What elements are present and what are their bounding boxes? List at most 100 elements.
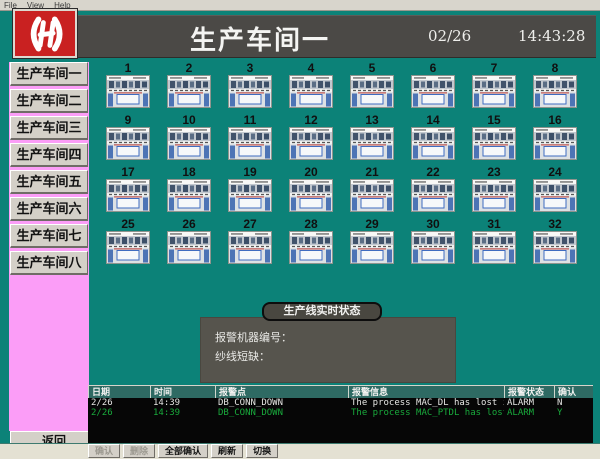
machine-9[interactable]: 9 [106,114,150,160]
header-date: 02/26 [428,27,503,45]
menu-bar: FileViewHelp [0,0,600,11]
sidebar-item-workshop-6[interactable]: 生产车间六 [10,197,88,221]
knitting-machine-icon [350,231,394,264]
machine-2[interactable]: 2 [167,62,211,108]
knitting-machine-icon [289,231,333,264]
machine-number: 25 [121,218,134,231]
machine-number: 12 [304,114,317,127]
knitting-machine-icon [289,75,333,108]
machine-21[interactable]: 21 [350,166,394,212]
machine-24[interactable]: 24 [533,166,577,212]
knitting-machine-icon [533,75,577,108]
machine-number: 27 [243,218,256,231]
alarm-col-header-1: 时间 [150,386,215,398]
sidebar-item-workshop-1[interactable]: 生产车间一 [10,62,88,86]
knitting-machine-icon [411,231,455,264]
sidebar-item-workshop-2[interactable]: 生产车间二 [10,89,88,113]
machine-30[interactable]: 30 [411,218,455,264]
knitting-machine-icon [106,231,150,264]
machine-number: 9 [125,114,132,127]
machine-26[interactable]: 26 [167,218,211,264]
machine-number: 2 [186,62,193,75]
machine-number: 3 [247,62,254,75]
sidebar-item-workshop-4[interactable]: 生产车间四 [10,143,88,167]
toolbar-button-2[interactable]: 全部确认 [158,444,208,458]
alarm-table-header: 日期时间报警点报警信息报警状态确认 [88,386,593,398]
knitting-machine-icon [167,231,211,264]
alarm-cell-message: The process MAC_DL has lost its d... [348,398,504,408]
machine-12[interactable]: 12 [289,114,333,160]
machine-31[interactable]: 31 [472,218,516,264]
machine-15[interactable]: 15 [472,114,516,160]
alarm-cell-message: The process MAC_PTDL has lost its ... [348,408,504,418]
machine-5[interactable]: 5 [350,62,394,108]
knitting-machine-icon [167,127,211,160]
machine-28[interactable]: 28 [289,218,333,264]
machine-27[interactable]: 27 [228,218,272,264]
knitting-machine-icon [106,127,150,160]
machine-16[interactable]: 16 [533,114,577,160]
knitting-machine-icon [228,75,272,108]
machine-number: 23 [487,166,500,179]
alarm-col-header-5: 确认 [554,386,593,398]
machine-number: 8 [552,62,559,75]
hmi-screen: FileViewHelp 生产车间一 02/26 14:43:28 生产车间一生… [0,0,600,459]
machine-number: 21 [365,166,378,179]
machine-25[interactable]: 25 [106,218,150,264]
knitting-machine-icon [533,231,577,264]
machine-20[interactable]: 20 [289,166,333,212]
machine-10[interactable]: 10 [167,114,211,160]
knitting-machine-icon [228,127,272,160]
machine-number: 11 [244,114,257,127]
knitting-machine-icon [350,127,394,160]
machine-18[interactable]: 18 [167,166,211,212]
knitting-machine-icon [289,179,333,212]
sidebar-item-workshop-3[interactable]: 生产车间三 [10,116,88,140]
sidebar-item-workshop-8[interactable]: 生产车间八 [10,251,88,275]
machine-8[interactable]: 8 [533,62,577,108]
machine-number: 13 [365,114,378,127]
knitting-machine-icon [411,127,455,160]
sidebar-item-workshop-5[interactable]: 生产车间五 [10,170,88,194]
logo-h-icon [19,14,71,54]
alarm-cell-status: ALARM [504,408,554,418]
machine-11[interactable]: 11 [228,114,272,160]
knitting-machine-icon [472,75,516,108]
machine-29[interactable]: 29 [350,218,394,264]
machine-1[interactable]: 1 [106,62,150,108]
alarm-cell-point: DB_CONN_DOWN [215,398,348,408]
machine-4[interactable]: 4 [289,62,333,108]
alarm-col-header-2: 报警点 [215,386,348,398]
sidebar-item-workshop-7[interactable]: 生产车间七 [10,224,88,248]
machine-17[interactable]: 17 [106,166,150,212]
machine-number: 1 [125,62,132,75]
machine-number: 7 [491,62,498,75]
knitting-machine-icon [289,127,333,160]
machine-number: 5 [369,62,376,75]
machine-3[interactable]: 3 [228,62,272,108]
alarm-machine-number-label: 报警机器编号： [215,329,455,345]
machine-32[interactable]: 32 [533,218,577,264]
alarm-cell-date: 2/26 [88,408,150,418]
machine-13[interactable]: 13 [350,114,394,160]
machine-14[interactable]: 14 [411,114,455,160]
toolbar-button-3[interactable]: 刷新 [211,444,243,458]
machine-23[interactable]: 23 [472,166,516,212]
alarm-row[interactable]: 2/2614:39DB_CONN_DOWNThe process MAC_DL … [88,398,593,408]
machine-number: 19 [243,166,256,179]
machine-22[interactable]: 22 [411,166,455,212]
alarm-cell-ack: Y [554,408,593,418]
machine-number: 32 [548,218,561,231]
knitting-machine-icon [350,75,394,108]
machine-6[interactable]: 6 [411,62,455,108]
alarm-cell-point: DB_CONN_DOWN [215,408,348,418]
alarm-row[interactable]: 2/2614:39DB_CONN_DOWNThe process MAC_PTD… [88,408,593,418]
machine-number: 17 [121,166,134,179]
alarm-table[interactable]: 日期时间报警点报警信息报警状态确认 2/2614:39DB_CONN_DOWNT… [88,385,593,443]
toolbar-button-4[interactable]: 切换 [246,444,278,458]
machine-7[interactable]: 7 [472,62,516,108]
machine-number: 10 [182,114,195,127]
knitting-machine-icon [411,75,455,108]
alarm-cell-time: 14:39 [150,408,215,418]
machine-19[interactable]: 19 [228,166,272,212]
